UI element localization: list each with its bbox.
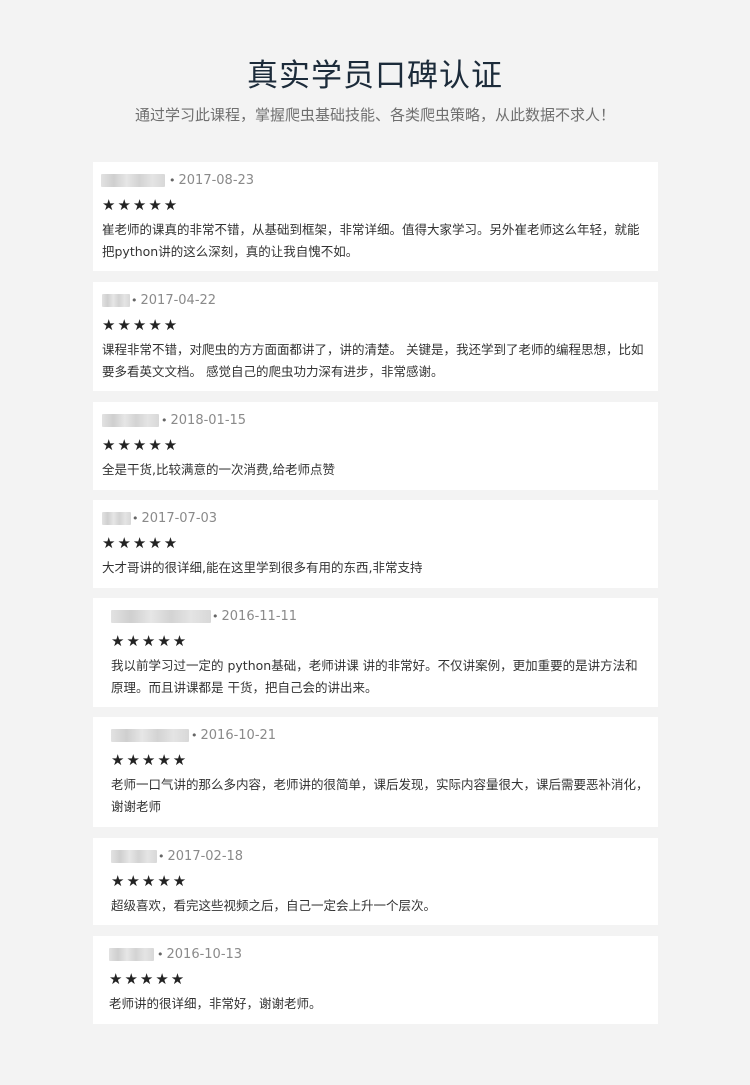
separator-dot: • (132, 511, 139, 525)
review-date: 2017-08-23 (178, 172, 255, 188)
star-rating: ★★★★★ (109, 970, 187, 988)
review-text: 大才哥讲的很详细,能在这里学到很多有用的东西,非常支持 (102, 560, 423, 575)
review-text: 老师一口气讲的那么多内容，老师讲的很简单，课后发现，实际内容量很大，课后需要恶补… (111, 777, 649, 814)
review-text: 课程非常不错，对爬虫的方方面面都讲了，讲的清楚。 关键是，我还学到了老师的编程思… (102, 342, 644, 379)
blurred-username (111, 849, 157, 863)
review-card: • 2016-10-13 ★★★★★ 老师讲的很详细，非常好，谢谢老师。 (93, 936, 658, 1024)
review-card: • 2016-10-21 ★★★★★ 老师一口气讲的那么多内容，老师讲的很简单，… (93, 717, 658, 827)
review-meta: • 2017-04-22 (102, 291, 650, 309)
review-card: • 2017-07-03 ★★★★★ 大才哥讲的很详细,能在这里学到很多有用的东… (93, 500, 658, 588)
review-text: 全是干货,比较满意的一次消费,给老师点赞 (102, 462, 335, 477)
review-text: 崔老师的课真的非常不错，从基础到框架，非常详细。值得大家学习。另外崔老师这么年轻… (102, 222, 640, 259)
separator-dot: • (161, 413, 168, 427)
review-card: • 2017-04-22 ★★★★★ 课程非常不错，对爬虫的方方面面都讲了，讲的… (93, 282, 658, 391)
blurred-username (111, 609, 211, 623)
page-subtitle: 通过学习此课程，掌握爬虫基础技能、各类爬虫策略，从此数据不求人！ (134, 106, 615, 124)
blurred-username (102, 293, 130, 307)
separator-dot: • (158, 849, 165, 863)
review-text: 超级喜欢，看完这些视频之后，自己一定会上升一个层次。 (111, 898, 437, 913)
review-meta: • 2017-08-23 (101, 171, 650, 189)
review-card: • 2017-08-23 ★★★★★ 崔老师的课真的非常不错，从基础到框架，非常… (93, 162, 658, 271)
star-rating: ★★★★★ (102, 316, 180, 334)
review-date: 2017-04-22 (140, 292, 217, 308)
star-rating: ★★★★★ (102, 436, 180, 454)
review-date: 2016-10-21 (200, 727, 277, 743)
star-rating: ★★★★★ (102, 534, 180, 552)
blurred-username (111, 728, 189, 742)
star-rating: ★★★★★ (111, 632, 189, 650)
review-text: 我以前学习过一定的 python基础，老师讲课 讲的非常好。不仅讲案例，更加重要… (111, 658, 638, 695)
star-rating: ★★★★★ (111, 751, 189, 769)
review-card: • 2016-11-11 ★★★★★ 我以前学习过一定的 python基础，老师… (93, 598, 658, 707)
blurred-username (101, 173, 165, 187)
star-rating: ★★★★★ (102, 196, 180, 214)
blurred-username (109, 947, 154, 961)
separator-dot: • (157, 947, 164, 961)
review-meta: • 2017-02-18 (111, 847, 650, 865)
review-meta: • 2016-10-21 (111, 726, 650, 744)
separator-dot: • (131, 293, 138, 307)
star-rating: ★★★★★ (111, 872, 189, 890)
review-text: 老师讲的很详细，非常好，谢谢老师。 (109, 996, 322, 1011)
review-date: 2017-07-03 (141, 510, 218, 526)
page-header: 真实学员口碑认证 通过学习此课程，掌握爬虫基础技能、各类爬虫策略，从此数据不求人… (0, 0, 750, 126)
review-date: 2016-10-13 (166, 946, 243, 962)
separator-dot: • (191, 728, 198, 742)
review-meta: • 2017-07-03 (102, 509, 650, 527)
review-card: • 2017-02-18 ★★★★★ 超级喜欢，看完这些视频之后，自己一定会上升… (93, 838, 658, 925)
separator-dot: • (169, 173, 176, 187)
review-meta: • 2016-10-13 (109, 945, 650, 963)
review-date: 2018-01-15 (170, 412, 247, 428)
blurred-username (102, 413, 159, 427)
review-meta: • 2016-11-11 (111, 607, 650, 625)
separator-dot: • (212, 609, 219, 623)
page-title: 真实学员口碑认证 (247, 58, 503, 94)
review-date: 2016-11-11 (221, 608, 298, 624)
review-date: 2017-02-18 (167, 848, 244, 864)
blurred-username (102, 511, 131, 525)
review-card: • 2018-01-15 ★★★★★ 全是干货,比较满意的一次消费,给老师点赞 (93, 402, 658, 490)
review-meta: • 2018-01-15 (102, 411, 650, 429)
